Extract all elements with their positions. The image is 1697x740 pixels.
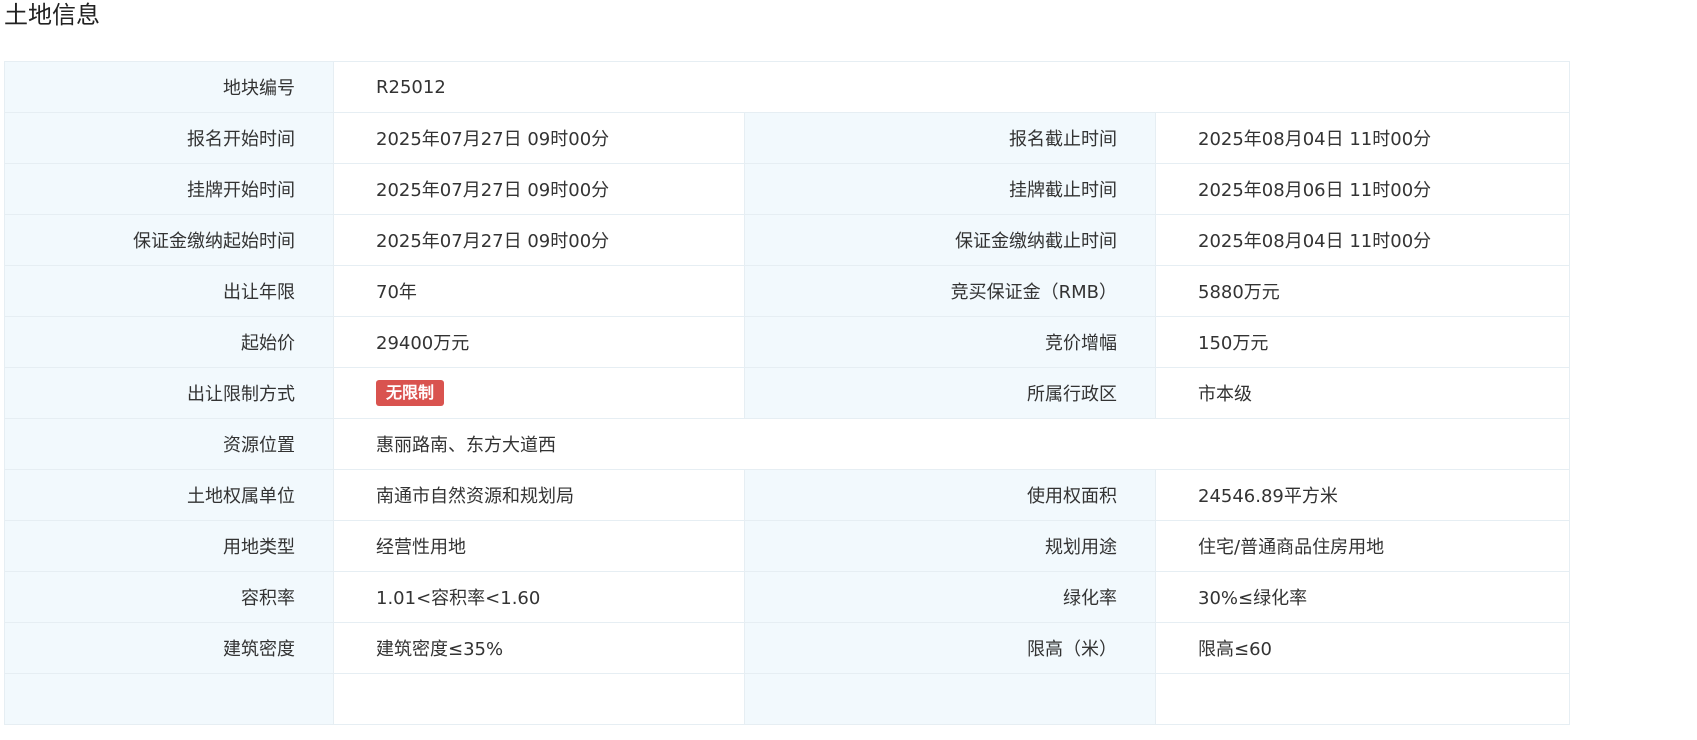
field-label: 绿化率 (744, 571, 1156, 623)
location-label: 资源位置 (4, 418, 334, 470)
field-label: 土地权属单位 (4, 469, 334, 521)
field-value: 南通市自然资源和规划局 (333, 469, 745, 521)
field-label: 使用权面积 (744, 469, 1156, 521)
field-value: 24546.89平方米 (1155, 469, 1570, 521)
field-value: 5880万元 (1155, 265, 1570, 317)
table-row: 用地类型 经营性用地 规划用途 住宅/普通商品住房用地 (4, 520, 1570, 572)
field-value (333, 673, 745, 725)
field-label: 挂牌开始时间 (4, 163, 334, 215)
table-row: 资源位置 惠丽路南、东方大道西 (4, 418, 1570, 470)
field-value: 1.01<容积率<1.60 (333, 571, 745, 623)
field-value: 住宅/普通商品住房用地 (1155, 520, 1570, 572)
land-info-table: 地块编号 R25012 报名开始时间 2025年07月27日 09时00分 报名… (4, 61, 1570, 725)
district-value: 市本级 (1155, 367, 1570, 419)
field-label: 建筑密度 (4, 622, 334, 674)
table-row: 保证金缴纳起始时间 2025年07月27日 09时00分 保证金缴纳截止时间 2… (4, 214, 1570, 266)
district-label: 所属行政区 (744, 367, 1156, 419)
field-label: 限高（米） (744, 622, 1156, 674)
table-row: 起始价 29400万元 竞价增幅 150万元 (4, 316, 1570, 368)
field-label: 挂牌截止时间 (744, 163, 1156, 215)
table-row: 建筑密度 建筑密度≤35% 限高（米） 限高≤60 (4, 622, 1570, 674)
field-label: 报名截止时间 (744, 112, 1156, 164)
field-value (1155, 673, 1570, 725)
section-title: 土地信息 (4, 1, 100, 29)
field-label: 保证金缴纳截止时间 (744, 214, 1156, 266)
table-row: 地块编号 R25012 (4, 61, 1570, 113)
field-label: 竞买保证金（RMB） (744, 265, 1156, 317)
field-label: 竞价增幅 (744, 316, 1156, 368)
field-value: 150万元 (1155, 316, 1570, 368)
field-label: 用地类型 (4, 520, 334, 572)
field-value: 经营性用地 (333, 520, 745, 572)
field-value: 限高≤60 (1155, 622, 1570, 674)
field-value: 30%≤绿化率 (1155, 571, 1570, 623)
field-value: 2025年07月27日 09时00分 (333, 214, 745, 266)
field-label: 保证金缴纳起始时间 (4, 214, 334, 266)
parcel-no-value: R25012 (333, 61, 1570, 113)
field-value: 建筑密度≤35% (333, 622, 745, 674)
restriction-value: 无限制 (333, 367, 745, 419)
field-label: 起始价 (4, 316, 334, 368)
field-label: 出让年限 (4, 265, 334, 317)
field-value: 2025年08月04日 11时00分 (1155, 112, 1570, 164)
table-row: 出让限制方式 无限制 所属行政区 市本级 (4, 367, 1570, 419)
field-value: 2025年08月04日 11时00分 (1155, 214, 1570, 266)
table-row (4, 673, 1570, 725)
field-value: 29400万元 (333, 316, 745, 368)
field-value: 2025年07月27日 09时00分 (333, 112, 745, 164)
table-row: 出让年限 70年 竞买保证金（RMB） 5880万元 (4, 265, 1570, 317)
table-row: 容积率 1.01<容积率<1.60 绿化率 30%≤绿化率 (4, 571, 1570, 623)
restriction-badge: 无限制 (376, 380, 445, 406)
land-info-page: 土地信息 地块编号 R25012 报名开始时间 2025年07月27日 09时0… (0, 0, 1697, 740)
field-value: 70年 (333, 265, 745, 317)
table-row: 挂牌开始时间 2025年07月27日 09时00分 挂牌截止时间 2025年08… (4, 163, 1570, 215)
field-value: 2025年07月27日 09时00分 (333, 163, 745, 215)
location-value: 惠丽路南、东方大道西 (333, 418, 1570, 470)
table-row: 报名开始时间 2025年07月27日 09时00分 报名截止时间 2025年08… (4, 112, 1570, 164)
field-label (4, 673, 334, 725)
parcel-no-label: 地块编号 (4, 61, 334, 113)
table-row: 土地权属单位 南通市自然资源和规划局 使用权面积 24546.89平方米 (4, 469, 1570, 521)
restriction-label: 出让限制方式 (4, 367, 334, 419)
field-label: 报名开始时间 (4, 112, 334, 164)
field-label: 容积率 (4, 571, 334, 623)
field-label: 规划用途 (744, 520, 1156, 572)
field-value: 2025年08月06日 11时00分 (1155, 163, 1570, 215)
field-label (744, 673, 1156, 725)
